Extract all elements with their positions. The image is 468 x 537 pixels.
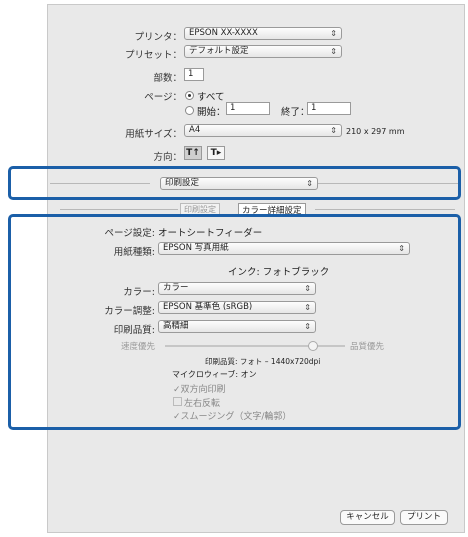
bidirectional-checkbox[interactable]: ✓双方向印刷 bbox=[173, 382, 226, 395]
quality-slider-track bbox=[165, 345, 345, 347]
pages-range-radio[interactable] bbox=[185, 106, 194, 115]
color-adjust-popup[interactable]: EPSON 基準色 (sRGB) ⇕ bbox=[158, 301, 316, 314]
pages-all-radio[interactable] bbox=[185, 91, 194, 100]
page-setup-value: オートシートフィーダー bbox=[158, 228, 263, 239]
ink-info: インク: フォトブラック bbox=[228, 267, 330, 278]
mirror-label: 左右反転 bbox=[184, 399, 221, 409]
mirror-checkbox[interactable]: 左右反転 bbox=[173, 396, 220, 409]
copies-field[interactable]: 1 bbox=[184, 68, 204, 81]
bidirectional-label: 双方向印刷 bbox=[180, 385, 226, 395]
print-button[interactable]: プリント bbox=[400, 510, 448, 525]
separator bbox=[315, 209, 455, 210]
media-type-popup[interactable]: EPSON 写真用紙 ⇕ bbox=[158, 242, 410, 255]
color-value: カラー bbox=[163, 283, 189, 293]
updown-icon: ⇕ bbox=[330, 47, 337, 56]
updown-icon: ⇕ bbox=[330, 126, 337, 135]
smoothing-label: スムージング（文字/輪郭） bbox=[180, 412, 292, 422]
separator bbox=[60, 209, 178, 210]
updown-icon: ⇕ bbox=[304, 322, 311, 331]
color-label: カラー: bbox=[123, 287, 155, 298]
print-quality-label: 印刷品質: bbox=[113, 325, 155, 336]
quality-priority-label: 品質優先 bbox=[350, 342, 385, 352]
portrait-button[interactable]: T↑ bbox=[184, 146, 202, 160]
printer-label: プリンタ： bbox=[134, 32, 182, 43]
landscape-button[interactable]: T▸ bbox=[207, 146, 225, 160]
check-icon: ✓ bbox=[173, 385, 181, 395]
pages-to-label: 終了： bbox=[281, 107, 310, 118]
paper-size-label: 用紙サイズ： bbox=[125, 129, 182, 140]
paper-dims: 210 x 297 mm bbox=[346, 127, 405, 136]
updown-icon: ⇕ bbox=[330, 29, 337, 38]
media-type-label: 用紙種類: bbox=[113, 247, 155, 258]
pages-label: ページ： bbox=[144, 92, 182, 103]
cancel-button[interactable]: キャンセル bbox=[340, 510, 395, 525]
print-quality-popup[interactable]: 高精細 ⇕ bbox=[158, 320, 316, 333]
color-adjust-label: カラー調整: bbox=[104, 306, 155, 317]
updown-icon: ⇕ bbox=[398, 244, 405, 253]
pages-from-field[interactable]: 1 bbox=[226, 102, 270, 115]
color-adjust-value: EPSON 基準色 (sRGB) bbox=[163, 302, 253, 312]
quality-info-line2: マイクロウィーブ: オン bbox=[172, 370, 257, 379]
preset-popup[interactable]: デフォルト設定 ⇕ bbox=[184, 45, 342, 58]
quality-info-line1: 印刷品質: フォト – 1440x720dpi bbox=[205, 357, 321, 366]
print-quality-value: 高精細 bbox=[163, 321, 189, 331]
media-type-value: EPSON 写真用紙 bbox=[163, 243, 229, 253]
preset-value: デフォルト設定 bbox=[189, 46, 249, 56]
empty-checkbox-icon bbox=[173, 397, 182, 406]
highlight-panel-menu bbox=[8, 166, 461, 200]
printer-value: EPSON XX-XXXX bbox=[189, 28, 258, 38]
paper-size-popup[interactable]: A4 ⇕ bbox=[184, 124, 342, 137]
paper-size-value: A4 bbox=[189, 125, 201, 135]
pages-all-label: すべて bbox=[197, 92, 225, 103]
orientation-label: 方向： bbox=[153, 152, 182, 163]
page-setup-label: ページ設定: bbox=[104, 228, 155, 239]
smoothing-checkbox[interactable]: ✓スムージング（文字/輪郭） bbox=[173, 409, 291, 422]
updown-icon: ⇕ bbox=[304, 284, 311, 293]
copies-label: 部数： bbox=[153, 73, 182, 84]
check-icon: ✓ bbox=[173, 412, 181, 422]
quality-slider-knob[interactable] bbox=[307, 341, 318, 351]
pages-to-field[interactable]: 1 bbox=[307, 102, 351, 115]
updown-icon: ⇕ bbox=[304, 303, 311, 312]
preset-label: プリセット： bbox=[124, 50, 182, 61]
color-popup[interactable]: カラー ⇕ bbox=[158, 282, 316, 295]
pages-from-label: 開始： bbox=[197, 107, 226, 118]
printer-popup[interactable]: EPSON XX-XXXX ⇕ bbox=[184, 27, 342, 40]
speed-priority-label: 速度優先 bbox=[120, 342, 155, 352]
